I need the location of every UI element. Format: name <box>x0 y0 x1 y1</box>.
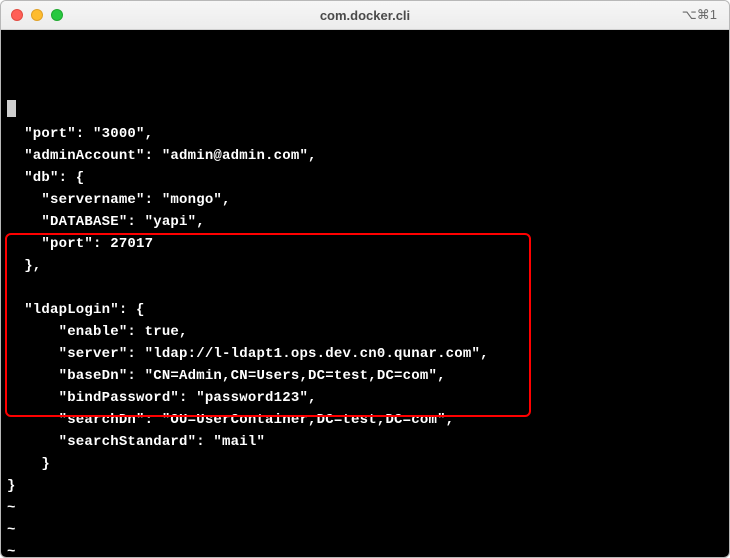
terminal-viewport[interactable]: "port": "3000", "adminAccount": "admin@a… <box>1 30 729 557</box>
empty-line-tilde: ~ <box>7 544 16 557</box>
editor-content: "port": "3000", "adminAccount": "admin@a… <box>7 78 723 557</box>
code-line: "bindPassword": "password123", <box>7 390 317 406</box>
code-line: "server": "ldap://l-ldapt1.ops.dev.cn0.q… <box>7 346 489 362</box>
window-title: com.docker.cli <box>1 8 729 23</box>
traffic-lights <box>1 9 63 21</box>
code-line: "baseDn": "CN=Admin,CN=Users,DC=test,DC=… <box>7 368 446 384</box>
code-line: "db": { <box>7 170 84 186</box>
code-line: "port": "3000", <box>7 126 153 142</box>
code-line: "adminAccount": "admin@admin.com", <box>7 148 317 164</box>
code-line: "enable": true, <box>7 324 188 340</box>
code-line: "searchStandard": "mail" <box>7 434 265 450</box>
terminal-window: com.docker.cli ⌥⌘1 "port": "3000", "admi… <box>0 0 730 558</box>
code-line: "searchDn": "OU=UserContainer,DC=test,DC… <box>7 412 454 428</box>
zoom-icon[interactable] <box>51 9 63 21</box>
empty-line-tilde: ~ <box>7 500 16 516</box>
code-line: "servername": "mongo", <box>7 192 231 208</box>
cursor-icon <box>7 100 16 117</box>
titlebar: com.docker.cli ⌥⌘1 <box>1 1 729 30</box>
code-line: "ldapLogin": { <box>7 302 145 318</box>
close-icon[interactable] <box>11 9 23 21</box>
code-line: }, <box>7 258 41 274</box>
minimize-icon[interactable] <box>31 9 43 21</box>
empty-line-tilde: ~ <box>7 522 16 538</box>
code-line: } <box>7 478 16 494</box>
code-line: } <box>7 456 50 472</box>
window-shortcut: ⌥⌘1 <box>682 7 717 23</box>
code-line: "port": 27017 <box>7 236 153 252</box>
code-line: "DATABASE": "yapi", <box>7 214 205 230</box>
